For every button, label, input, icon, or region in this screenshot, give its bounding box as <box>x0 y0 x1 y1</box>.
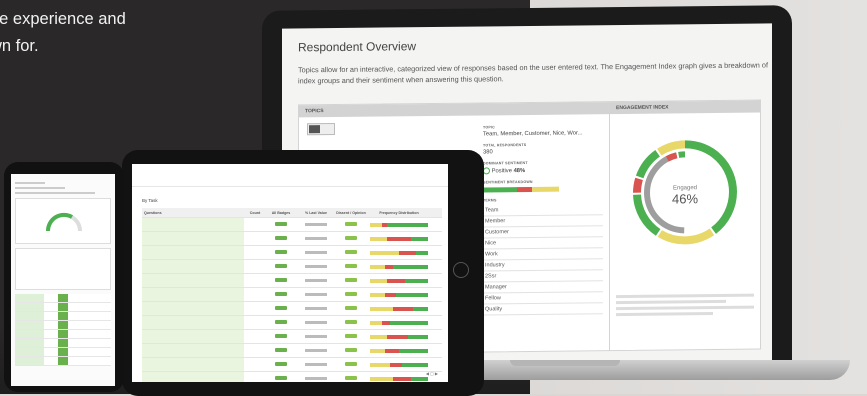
table-row[interactable] <box>142 330 442 344</box>
engagement-header: ENGAGEMENT INDEX <box>610 100 760 115</box>
col-header[interactable]: Questions <box>142 208 244 217</box>
table-row[interactable] <box>142 288 442 302</box>
table-row[interactable] <box>142 316 442 330</box>
topic-label: TOPIC <box>483 125 495 130</box>
table-row[interactable] <box>142 302 442 316</box>
phone-row[interactable] <box>15 312 111 321</box>
hero-line-1: ee experience and <box>0 10 126 28</box>
table-row[interactable] <box>142 218 442 232</box>
phone-row[interactable] <box>15 294 111 303</box>
dominant-pct: 48% <box>513 168 526 175</box>
page-description: Topics allow for an interactive, categor… <box>298 60 768 86</box>
engagement-donut-chart[interactable]: Engaged 46% <box>630 137 740 248</box>
breakdown-label: SENTIMENT BREAKDOWN <box>483 179 533 185</box>
phone-summary-card <box>15 198 111 244</box>
table-row[interactable] <box>142 274 442 288</box>
page-title: Respondent Overview <box>298 39 417 55</box>
tablet-device: By Task Questions Count All Badges % Las… <box>122 150 484 396</box>
phone-screen <box>11 174 115 386</box>
total-label: TOTAL RESPONDENTS <box>483 143 527 148</box>
topic-value: Team, Member, Customer, Nice, Wor... <box>483 130 583 138</box>
dominant-sentiment: Positive 48% <box>483 166 603 175</box>
dominant-label: DOMINANT SENTIMENT <box>483 160 528 166</box>
phone-row[interactable] <box>15 321 111 330</box>
table-row[interactable] <box>142 344 442 358</box>
engagement-legend-note <box>616 291 754 319</box>
topic-detail: TOPIC Team, Member, Customer, Nice, Wor.… <box>483 118 603 316</box>
phone-table <box>11 294 115 366</box>
pagination[interactable]: ◀ ▢ ▶ <box>426 371 438 376</box>
view-toggle-icon[interactable] <box>307 123 335 136</box>
terms-list: Team Member Customer Nice Work Industry 2Ssr Ma… <box>483 204 603 316</box>
phone-row[interactable] <box>15 303 111 312</box>
total-value: 380 <box>483 149 493 156</box>
phone-detail-card <box>15 248 111 290</box>
terms-label: TERMS <box>483 198 497 203</box>
table-row[interactable] <box>142 358 442 372</box>
sentiment-breakdown-bar <box>483 186 559 193</box>
term-item[interactable]: Quality <box>483 303 603 316</box>
hero-line-2: wn for. <box>0 37 39 55</box>
donut-center-value: 46% <box>672 191 698 206</box>
col-header[interactable]: % Last Value <box>296 211 336 215</box>
table-row[interactable] <box>142 246 442 260</box>
phone-row[interactable] <box>15 348 111 357</box>
table-row[interactable] <box>142 372 442 382</box>
hero-text: ee experience and wn for. <box>0 6 260 60</box>
dominant-value: Positive <box>491 168 512 175</box>
phone-row[interactable] <box>15 357 111 366</box>
task-table: Questions Count All Badges % Last Value … <box>142 208 442 382</box>
phone-gauge-icon <box>45 212 82 232</box>
col-header[interactable]: Frequency Distribution <box>366 211 432 215</box>
table-row[interactable] <box>142 260 442 274</box>
phone-row[interactable] <box>15 330 111 339</box>
tablet-screen: By Task Questions Count All Badges % Las… <box>132 164 448 382</box>
engagement-panel: ENGAGEMENT INDEX Engaged 46% <box>609 99 761 352</box>
section-title: By Task <box>142 198 158 203</box>
home-button-icon[interactable] <box>453 262 469 278</box>
table-row[interactable] <box>142 232 442 246</box>
col-header[interactable]: All Badges <box>266 211 296 215</box>
topics-header: TOPICS <box>299 102 609 118</box>
phone-device <box>4 162 124 392</box>
sentiment-dot-icon <box>483 167 490 175</box>
col-header[interactable]: Dissent / Opinion <box>336 211 366 215</box>
phone-row[interactable] <box>15 339 111 348</box>
table-header: Questions Count All Badges % Last Value … <box>142 208 442 218</box>
col-header[interactable]: Count <box>244 211 266 215</box>
